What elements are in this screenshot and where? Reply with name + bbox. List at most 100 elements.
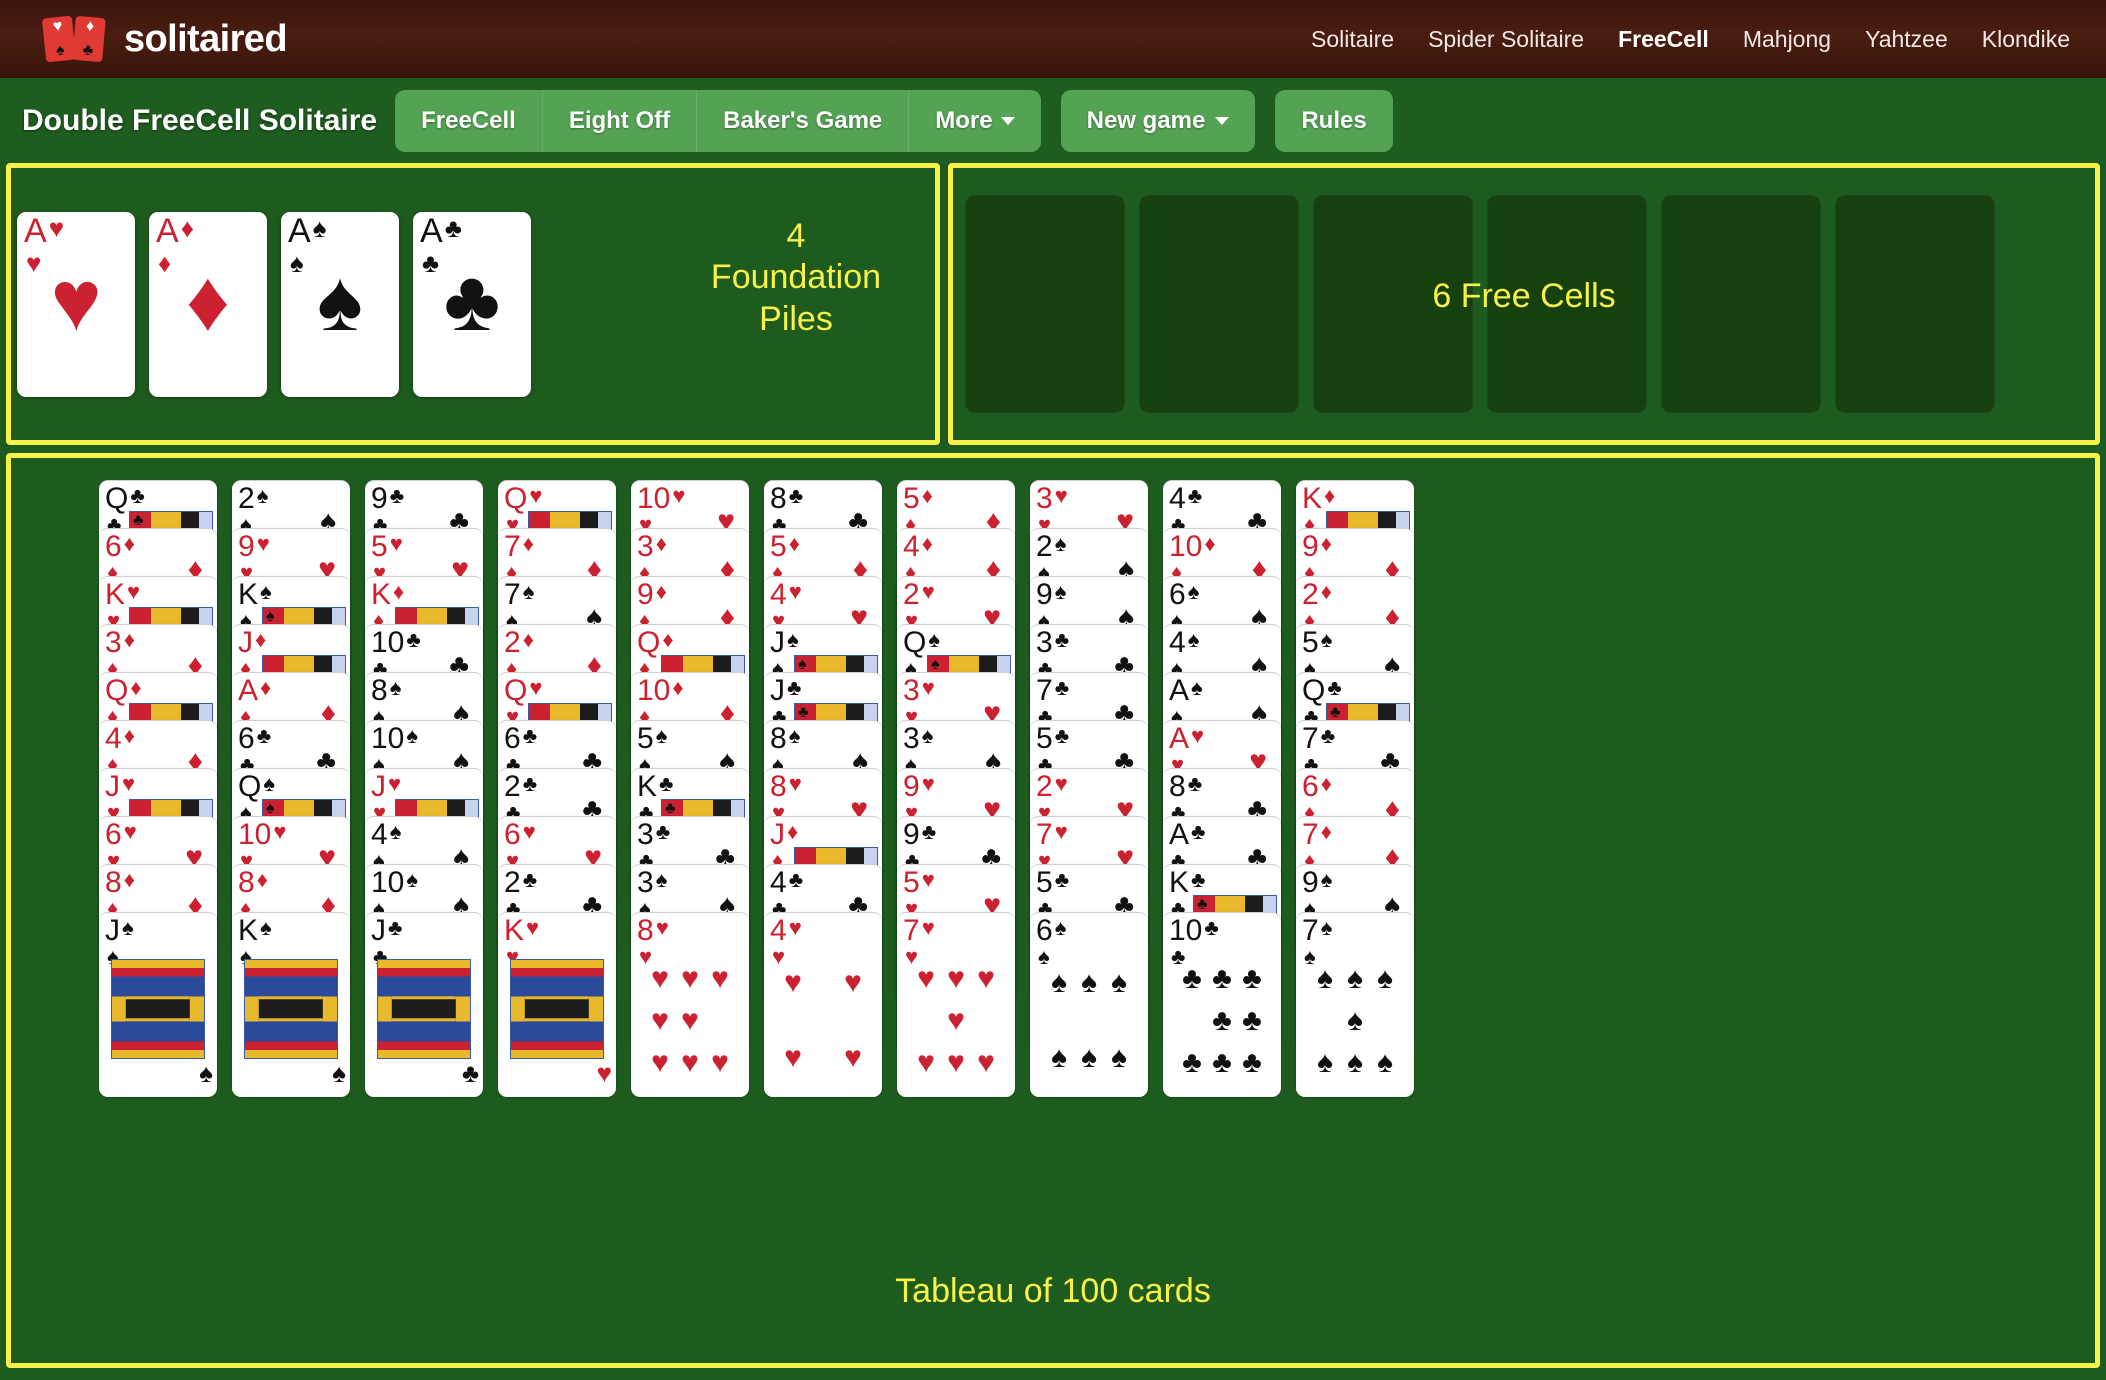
card-rank: 4 (371, 818, 388, 851)
playing-card[interactable]: 4 ♥ ♥ ♥ ♥ ♥ ♥ (764, 912, 882, 1097)
card-suit-icon: ♠ (1187, 627, 1200, 652)
card-suit-icon: ♣ (788, 483, 804, 508)
card-suit-icon: ♣ (788, 867, 804, 892)
card-rank: 9 (903, 770, 920, 803)
variant-button-more[interactable]: More (908, 89, 1040, 152)
card-rank: K (238, 578, 259, 611)
free-cell-slot[interactable] (965, 195, 1125, 413)
card-rank: 3 (1036, 482, 1053, 515)
card-suit-icon: ♠ (1320, 915, 1333, 940)
card-rank: 7 (1302, 722, 1319, 755)
card-rank: 7 (903, 914, 920, 947)
card-rank: J (371, 914, 386, 947)
free-cell-slot[interactable] (1661, 195, 1821, 413)
playing-card[interactable]: 8 ♥ ♥ ♥ ♥ ♥ ♥ ♥ ♥ ♥ ♥ (631, 912, 749, 1097)
tableau-column[interactable]: 3 ♥ ♥ ♥ 2 ♠ ♠ ♠ 9 ♠ ♠ ♠ 3 ♣ ♣ ♣ 7 ♣ ♣ ♣ 5 ♣ ♣ ♣ 2 ♥ ♥ ♥ 7 ♥ ♥ ♥ 5 ♣ ♣ ♣ 6 ♠ ♠ ♠… (1030, 480, 1148, 1097)
tableau-zone: Q ♣ ♣ ♣ 6 ♦ ♦ ♦ K ♥ ♥ ♥ 3 ♦ ♦ ♦ Q ♦ ♦ ♦ 4 ♦ ♦ ♦ J ♥ ♥ ♥ 6 ♥ ♥ ♥ 8 ♦ ♦ ♦ J ♠ ♠ ♠… (6, 453, 2100, 1368)
logo-card-diamonds-clubs-icon: ♦ ♣ (72, 15, 106, 63)
tableau-column[interactable]: Q ♥ ♥ ♥ 7 ♦ ♦ ♦ 7 ♠ ♠ ♠ 2 ♦ ♦ ♦ Q ♥ ♥ ♥ 6 ♣ ♣ ♣ 2 ♣ ♣ ♣ 6 ♥ ♥ ♥ 2 ♣ ♣ ♣ K ♥ ♥ ♥ (498, 480, 616, 1097)
tableau-column[interactable]: 2 ♠ ♠ ♠ 9 ♥ ♥ ♥ K ♠ ♠ ♠ J ♦ ♦ ♦ A ♦ ♦ ♦ 6 ♣ ♣ ♣ Q ♠ ♠ ♠ 10 ♥ ♥ ♥ 8 ♦ ♦ ♦ K ♠ ♠… (232, 480, 350, 1097)
nav-link-klondike[interactable]: Klondike (1982, 26, 2070, 53)
card-suit-icon: ♥ (133, 608, 143, 625)
free-cell-slot[interactable] (1313, 195, 1473, 413)
card-rank: 6 (1036, 914, 1053, 947)
card-suit-icon: ♣ (389, 483, 405, 508)
card-suit-icon: ♦ (399, 608, 408, 625)
foundation-pile[interactable]: A ♣ ♣ ♣ (413, 211, 531, 397)
card-rank: 10 (371, 722, 405, 755)
card-corner: 10 ♠ (371, 867, 419, 898)
foundation-pile[interactable]: A ♦ ♦ ♦ (149, 211, 267, 397)
playing-card[interactable]: 10 ♣ ♣ ♣ ♣ ♣ ♣ ♣ ♣ ♣ ♣ (1163, 912, 1281, 1097)
new-game-button[interactable]: New game (1060, 89, 1256, 152)
playing-card[interactable]: 7 ♥ ♥ ♥ ♥ ♥ ♥ ♥ ♥ ♥ (897, 912, 1015, 1097)
tableau-column[interactable]: 8 ♣ ♣ ♣ 5 ♦ ♦ ♦ 4 ♥ ♥ ♥ J ♠ ♠ ♠ J ♣ ♣ ♣ 8 ♠ ♠ ♠ 8 ♥ ♥ ♥ J ♦ ♦ ♦ 4 ♣ ♣ ♣ 4 ♥ ♥ ♥… (764, 480, 882, 1097)
tableau-column[interactable]: 4 ♣ ♣ ♣ 10 ♦ ♦ ♦ 6 ♠ ♠ ♠ 4 ♠ ♠ ♠ A ♠ ♠ ♠ A ♥ ♥ ♥ 8 ♣ ♣ ♣ A ♣ ♣ ♣ K ♣ ♣ ♣ 10 ♣… (1163, 480, 1281, 1097)
card-corner: A ♠ (1169, 675, 1203, 706)
nav-link-yahtzee[interactable]: Yahtzee (1865, 26, 1948, 53)
card-suit-icon: ♠ (406, 867, 419, 892)
card-rank: 7 (1036, 674, 1053, 707)
card-rank: 10 (1169, 914, 1203, 947)
card-suit-icon: ♣ (1054, 723, 1070, 748)
card-suit-icon: ♦ (133, 704, 142, 721)
tableau-column[interactable]: K ♦ ♦ ♦ 9 ♦ ♦ ♦ 2 ♦ ♦ ♦ 5 ♠ ♠ ♠ Q ♣ ♣ ♣ 7 ♣ ♣ ♣ 6 ♦ ♦ ♦ 7 ♦ ♦ ♦ 9 ♠ ♠ ♠ 7 ♠ ♠ ♠… (1296, 480, 1414, 1097)
card-suit-icon: ♣ (1212, 1045, 1232, 1079)
tableau-column[interactable]: 5 ♦ ♦ ♦ 4 ♦ ♦ ♦ 2 ♥ ♥ ♥ Q ♠ ♠ ♠ 3 ♥ ♥ ♥ 3 ♠ ♠ ♠ 9 ♥ ♥ ♥ 9 ♣ ♣ ♣ 5 ♥ ♥ ♥ 7 ♥ ♥ ♥… (897, 480, 1015, 1097)
free-cell-slot[interactable] (1487, 195, 1647, 413)
playing-card[interactable]: J ♣ ♣ ♣ (365, 912, 483, 1097)
card-suit-icon: ♥ (681, 961, 699, 995)
card-rank: J (770, 674, 785, 707)
foundation-pile[interactable]: A ♥ ♥ ♥ (17, 211, 135, 397)
card-suit-icon: ♥ (1054, 483, 1068, 508)
card-suit-icon: ♥ (532, 704, 542, 721)
card-rank: 3 (637, 530, 654, 563)
tableau-column[interactable]: 9 ♣ ♣ ♣ 5 ♥ ♥ ♥ K ♦ ♦ ♦ 10 ♣ ♣ ♣ 8 ♠ ♠ ♠ 10 ♠ ♠ ♠ J ♥ ♥ ♥ 4 ♠ ♠ ♠ 10 ♠ ♠ ♠ J… (365, 480, 483, 1097)
card-rank: K (1169, 866, 1190, 899)
card-suit-icon: ♥ (921, 771, 935, 796)
variant-button-freecell[interactable]: FreeCell (395, 90, 542, 152)
variant-button-bakers-game[interactable]: Baker's Game (696, 89, 908, 152)
free-cell-slot[interactable] (1835, 195, 1995, 413)
free-cell-slot[interactable] (1139, 195, 1299, 413)
card-corner: J ♠ (105, 915, 134, 946)
card-rank: K (504, 914, 525, 947)
card-corner: 6 ♣ (238, 723, 271, 754)
variant-button-eight-off[interactable]: Eight Off (541, 89, 696, 152)
playing-card[interactable]: 6 ♠ ♠ ♠ ♠ ♠ ♠ ♠ ♠ (1030, 912, 1148, 1097)
nav-link-freecell[interactable]: FreeCell (1618, 26, 1709, 53)
card-suit-icon: ♣ (798, 704, 809, 721)
tableau-column[interactable]: Q ♣ ♣ ♣ 6 ♦ ♦ ♦ K ♥ ♥ ♥ 3 ♦ ♦ ♦ Q ♦ ♦ ♦ 4 ♦ ♦ ♦ J ♥ ♥ ♥ 6 ♥ ♥ ♥ 8 ♦ ♦ ♦ J ♠ ♠ ♠ (99, 480, 217, 1097)
card-suit-icon: ♣ (1242, 961, 1262, 995)
nav-link-spider-solitaire[interactable]: Spider Solitaire (1428, 26, 1584, 53)
card-rank: 2 (903, 578, 920, 611)
card-rank: 8 (770, 770, 787, 803)
card-rank: 7 (504, 578, 521, 611)
card-corner: Q ♥ (504, 483, 542, 514)
top-navigation-bar: ♥ ♠ ♦ ♣ solitaired Solitaire Spider Solita… (0, 0, 2106, 78)
playing-card[interactable]: J ♠ ♠ ♠ (99, 912, 217, 1097)
brand-logo[interactable]: ♥ ♠ ♦ ♣ solitaired (41, 15, 288, 63)
tableau-column[interactable]: 10 ♥ ♥ ♥ 3 ♦ ♦ ♦ 9 ♦ ♦ ♦ Q ♦ ♦ ♦ 10 ♦ ♦ ♦ 5 ♠ ♠ ♠ K ♣ ♣ ♣ 3 ♣ ♣ ♣ 3 ♠ ♠ ♠ 8 ♥… (631, 480, 749, 1097)
card-suit-icon: ♣ (522, 723, 538, 748)
variant-label-more: More (935, 106, 993, 134)
playing-card[interactable]: K ♠ ♠ ♠ (232, 912, 350, 1097)
foundation-pile[interactable]: A ♠ ♠ ♠ (281, 211, 399, 397)
card-corner: 8 ♥ (770, 770, 802, 803)
rules-button[interactable]: Rules (1275, 89, 1393, 152)
card-rank: J (371, 770, 386, 803)
nav-link-solitaire[interactable]: Solitaire (1311, 26, 1394, 53)
card-rank: 8 (105, 866, 122, 899)
chevron-down-icon (1000, 116, 1015, 125)
card-suit-icon: ♥ (389, 531, 403, 556)
court-card-art: ♠ (99, 957, 217, 1089)
card-corner: 3 ♦ (105, 627, 135, 658)
card-suit-icon: ♥ (788, 771, 802, 796)
nav-link-mahjong[interactable]: Mahjong (1743, 26, 1831, 53)
playing-card[interactable]: K ♥ ♥ ♥ (498, 912, 616, 1097)
card-corner: Q ♠ (903, 627, 940, 658)
card-suit-icon: ♣ (522, 867, 538, 892)
card-corner: A ♣ (1169, 819, 1205, 850)
variant-button-group: FreeCell Eight Off Baker's Game More (395, 89, 1041, 152)
playing-card[interactable]: 7 ♠ ♠ ♠ ♠ ♠ ♠ ♠ ♠ ♠ (1296, 912, 1414, 1097)
